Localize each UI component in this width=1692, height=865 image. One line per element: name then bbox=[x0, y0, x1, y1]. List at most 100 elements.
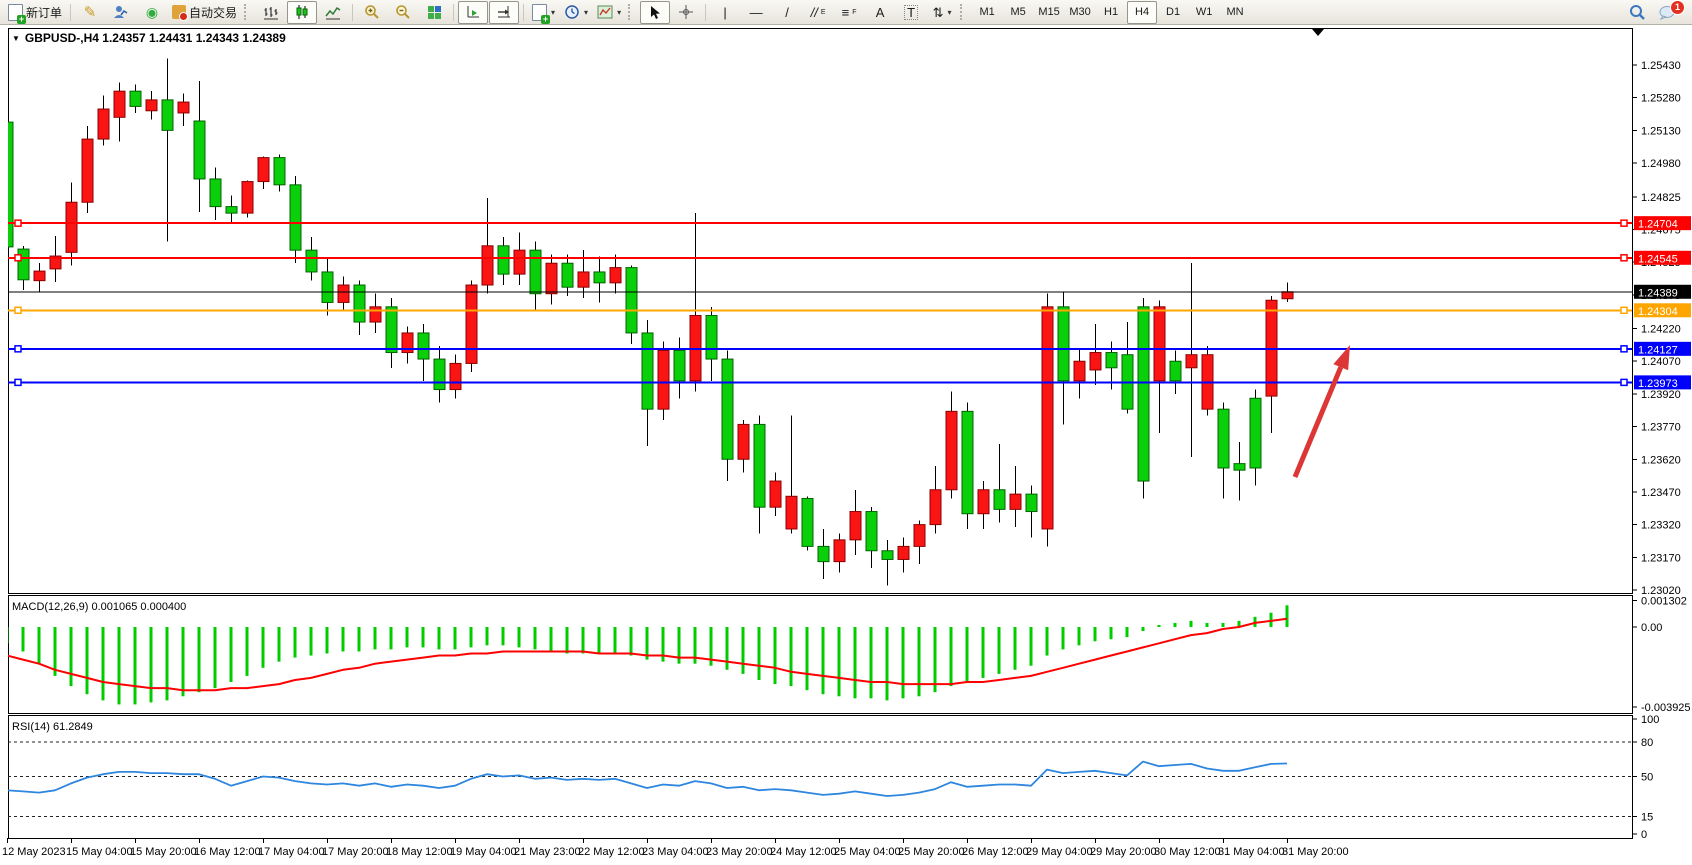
level-pivot-line[interactable]: 1.24304 bbox=[8, 303, 1691, 318]
bar-chart-button[interactable] bbox=[256, 1, 286, 24]
candle bbox=[1090, 324, 1101, 385]
period-dropdown-button[interactable]: ▾ bbox=[560, 1, 592, 24]
line-drag-handle[interactable] bbox=[1621, 379, 1627, 385]
svg-text:29 May 04:00: 29 May 04:00 bbox=[1026, 846, 1093, 858]
candle bbox=[1170, 350, 1181, 394]
signals-button[interactable]: ◉ bbox=[137, 1, 167, 24]
zoom-in-button[interactable] bbox=[357, 1, 387, 24]
chart-canvas[interactable]: 1.254301.252801.251301.249801.248251.246… bbox=[0, 25, 1692, 865]
svg-text:16 May 12:00: 16 May 12:00 bbox=[194, 846, 261, 858]
bar-chart-icon bbox=[263, 4, 279, 20]
auto-trading-button[interactable]: 自动交易 bbox=[168, 1, 241, 24]
template-chart-icon bbox=[597, 4, 613, 20]
candle bbox=[530, 241, 541, 311]
text-label-button[interactable]: T bbox=[896, 1, 926, 24]
vertical-line-button[interactable]: | bbox=[710, 1, 740, 24]
svg-text:1.24704: 1.24704 bbox=[1638, 219, 1678, 231]
equidistant-channel-button[interactable]: //E bbox=[803, 1, 833, 24]
candle bbox=[34, 263, 45, 291]
timeframe-button-M1[interactable]: M1 bbox=[972, 1, 1002, 24]
candle bbox=[626, 265, 637, 343]
line-drag-handle[interactable] bbox=[1621, 307, 1627, 313]
timeframe-button-M30[interactable]: M30 bbox=[1065, 1, 1095, 24]
zoom-out-button[interactable] bbox=[388, 1, 418, 24]
timeframe-button-D1[interactable]: D1 bbox=[1158, 1, 1188, 24]
candle bbox=[418, 324, 429, 381]
level-support-line-2[interactable]: 1.23973 bbox=[8, 375, 1691, 390]
candle bbox=[674, 337, 685, 398]
svg-text:12 May 2023: 12 May 2023 bbox=[2, 846, 66, 858]
candle bbox=[994, 444, 1005, 522]
cursor-button[interactable] bbox=[640, 1, 670, 24]
candle bbox=[82, 126, 93, 213]
toolbar: + 新订单 ✎ ◉ 自动交易 + ▾ ▾ bbox=[0, 0, 1692, 25]
dropdown-arrow-icon: ▾ bbox=[617, 8, 621, 17]
line-chart-button[interactable] bbox=[318, 1, 348, 24]
templates-dropdown-button[interactable]: ▾ bbox=[593, 1, 625, 24]
svg-text:1.23620: 1.23620 bbox=[1641, 454, 1681, 466]
svg-text:15: 15 bbox=[1641, 812, 1653, 824]
candle bbox=[1138, 298, 1149, 498]
search-button[interactable] bbox=[1622, 1, 1652, 24]
level-current-price-line[interactable]: 1.24389 bbox=[8, 285, 1691, 300]
svg-text:24 May 12:00: 24 May 12:00 bbox=[770, 846, 837, 858]
candle bbox=[290, 176, 301, 263]
text-tool-button[interactable]: A bbox=[865, 1, 895, 24]
fibonacci-sub-label: F bbox=[852, 9, 856, 16]
svg-text:25 May 20:00: 25 May 20:00 bbox=[898, 846, 965, 858]
line-drag-handle[interactable] bbox=[15, 307, 21, 313]
candle bbox=[706, 307, 717, 381]
line-chart-icon bbox=[325, 4, 341, 20]
line-drag-handle[interactable] bbox=[15, 346, 21, 352]
svg-text:1.23973: 1.23973 bbox=[1638, 378, 1678, 390]
trendline-button[interactable]: / bbox=[772, 1, 802, 24]
candlestick-chart-button[interactable] bbox=[287, 1, 317, 24]
timeframe-button-M5[interactable]: M5 bbox=[1003, 1, 1033, 24]
timeframe-button-H1[interactable]: H1 bbox=[1096, 1, 1126, 24]
candle bbox=[306, 237, 317, 281]
timeframe-button-W1[interactable]: W1 bbox=[1189, 1, 1219, 24]
line-drag-handle[interactable] bbox=[15, 255, 21, 261]
svg-text:1.25280: 1.25280 bbox=[1641, 93, 1681, 105]
new-order-button[interactable]: + 新订单 bbox=[4, 1, 66, 24]
fibonacci-button[interactable]: ≡F bbox=[834, 1, 864, 24]
line-drag-handle[interactable] bbox=[1621, 346, 1627, 352]
notifications-button[interactable]: 1 bbox=[1652, 1, 1682, 24]
level-resistance-line-1[interactable]: 1.24704 bbox=[8, 216, 1691, 231]
line-drag-handle[interactable] bbox=[15, 379, 21, 385]
timeframe-button-H4[interactable]: H4 bbox=[1127, 1, 1157, 24]
candle bbox=[210, 167, 221, 220]
auto-scroll-button[interactable] bbox=[458, 1, 488, 24]
svg-text:21 May 23:00: 21 May 23:00 bbox=[514, 846, 581, 858]
candle bbox=[370, 294, 381, 333]
crosshair-button[interactable] bbox=[671, 1, 701, 24]
candle bbox=[882, 540, 893, 586]
chart-shift-button[interactable] bbox=[489, 1, 519, 24]
svg-text:1.24980: 1.24980 bbox=[1641, 158, 1681, 170]
line-drag-handle[interactable] bbox=[1621, 255, 1627, 261]
candle bbox=[914, 520, 925, 564]
collapse-triangle-icon[interactable]: ▼ bbox=[12, 34, 20, 43]
timeframe-button-M15[interactable]: M15 bbox=[1034, 1, 1064, 24]
brush-tool-button[interactable]: ✎ bbox=[75, 1, 105, 24]
level-support-line-1[interactable]: 1.24127 bbox=[8, 342, 1691, 357]
trend-arrow-annotation[interactable] bbox=[1295, 345, 1350, 477]
new-chart-dropdown-button[interactable]: + ▾ bbox=[528, 1, 559, 24]
symbol-title[interactable]: ▼ GBPUSD-,H4 1.24357 1.24431 1.24343 1.2… bbox=[12, 31, 286, 45]
candle bbox=[898, 538, 909, 573]
svg-text:0.001302: 0.001302 bbox=[1641, 595, 1687, 607]
svg-text:0.00: 0.00 bbox=[1641, 622, 1662, 634]
market-watch-button[interactable] bbox=[106, 1, 136, 24]
chart-shift-marker[interactable] bbox=[1312, 29, 1324, 36]
channel-sub-label: E bbox=[821, 9, 826, 16]
timeframe-button-MN[interactable]: MN bbox=[1220, 1, 1250, 24]
autotrade-icon bbox=[172, 5, 186, 19]
line-drag-handle[interactable] bbox=[15, 220, 21, 226]
horizontal-line-button[interactable]: — bbox=[741, 1, 771, 24]
line-drag-handle[interactable] bbox=[1621, 220, 1627, 226]
level-resistance-line-2[interactable]: 1.24545 bbox=[8, 251, 1691, 265]
tile-windows-button[interactable] bbox=[419, 1, 449, 24]
candle bbox=[1218, 403, 1229, 499]
search-icon bbox=[1629, 4, 1646, 21]
arrows-dropdown-button[interactable]: ⇅▾ bbox=[927, 1, 957, 24]
